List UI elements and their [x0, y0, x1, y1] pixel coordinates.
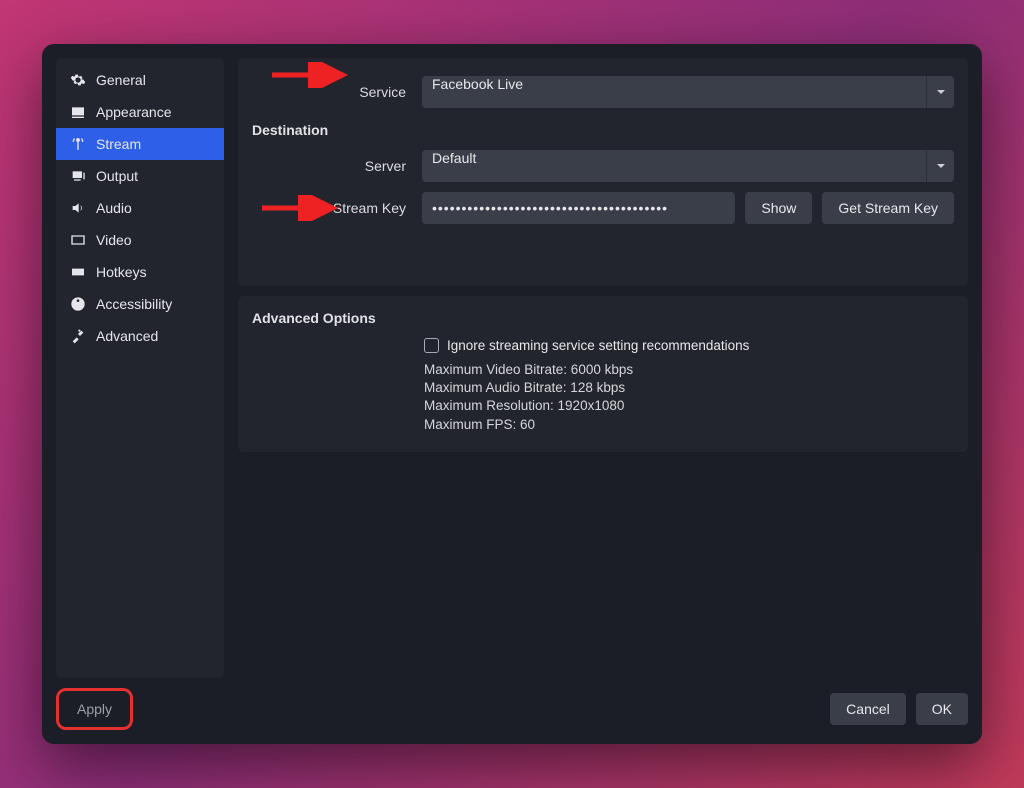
ok-button[interactable]: OK	[916, 693, 968, 725]
sidebar-item-label: Appearance	[96, 104, 172, 120]
sidebar-item-hotkeys[interactable]: Hotkeys	[56, 256, 224, 288]
service-panel: Service Facebook Live Destination Server	[238, 58, 968, 286]
sidebar-item-stream[interactable]: Stream	[56, 128, 224, 160]
destination-title: Destination	[252, 122, 954, 138]
accessibility-icon	[70, 296, 86, 312]
sidebar-item-label: Stream	[96, 136, 141, 152]
service-limits: Maximum Video Bitrate: 6000 kbps Maximum…	[424, 361, 954, 434]
limit-line: Maximum Resolution: 1920x1080	[424, 397, 954, 415]
sidebar-item-audio[interactable]: Audio	[56, 192, 224, 224]
ignore-recommendations-checkbox[interactable]	[424, 338, 439, 353]
gear-icon	[70, 72, 86, 88]
sidebar-item-appearance[interactable]: Appearance	[56, 96, 224, 128]
sidebar-item-accessibility[interactable]: Accessibility	[56, 288, 224, 320]
limit-line: Maximum FPS: 60	[424, 416, 954, 434]
appearance-icon	[70, 104, 86, 120]
settings-sidebar: General Appearance Stream Output Audio V…	[56, 58, 224, 678]
settings-window: General Appearance Stream Output Audio V…	[42, 44, 982, 744]
sidebar-item-label: Output	[96, 168, 138, 184]
antenna-icon	[70, 136, 86, 152]
sidebar-item-label: Video	[96, 232, 132, 248]
dialog-footer: Apply Cancel OK	[56, 678, 968, 730]
advanced-options-panel: Advanced Options Ignore streaming servic…	[238, 296, 968, 452]
limit-line: Maximum Video Bitrate: 6000 kbps	[424, 361, 954, 379]
cancel-button[interactable]: Cancel	[830, 693, 906, 725]
sidebar-item-advanced[interactable]: Advanced	[56, 320, 224, 352]
get-stream-key-button[interactable]: Get Stream Key	[822, 192, 954, 224]
advanced-options-title: Advanced Options	[252, 310, 954, 326]
sidebar-item-output[interactable]: Output	[56, 160, 224, 192]
sidebar-item-video[interactable]: Video	[56, 224, 224, 256]
audio-icon	[70, 200, 86, 216]
settings-main: Service Facebook Live Destination Server	[238, 58, 968, 678]
apply-button[interactable]: Apply	[61, 693, 128, 725]
service-select[interactable]: Facebook Live	[422, 76, 954, 108]
video-icon	[70, 232, 86, 248]
sidebar-item-label: Accessibility	[96, 296, 172, 312]
sidebar-item-label: General	[96, 72, 146, 88]
sidebar-item-general[interactable]: General	[56, 64, 224, 96]
output-icon	[70, 168, 86, 184]
sidebar-item-label: Audio	[96, 200, 132, 216]
sidebar-item-label: Advanced	[96, 328, 158, 344]
limit-line: Maximum Audio Bitrate: 128 kbps	[424, 379, 954, 397]
server-select[interactable]: Default	[422, 150, 954, 182]
keyboard-icon	[70, 264, 86, 280]
ignore-recommendations-label: Ignore streaming service setting recomme…	[447, 338, 749, 353]
stream-key-input[interactable]	[422, 192, 735, 224]
sidebar-item-label: Hotkeys	[96, 264, 147, 280]
server-label: Server	[252, 158, 412, 174]
show-key-button[interactable]: Show	[745, 192, 812, 224]
stream-key-label: Stream Key	[252, 200, 412, 216]
tools-icon	[70, 328, 86, 344]
service-label: Service	[252, 84, 412, 100]
annotation-highlight: Apply	[56, 688, 133, 730]
